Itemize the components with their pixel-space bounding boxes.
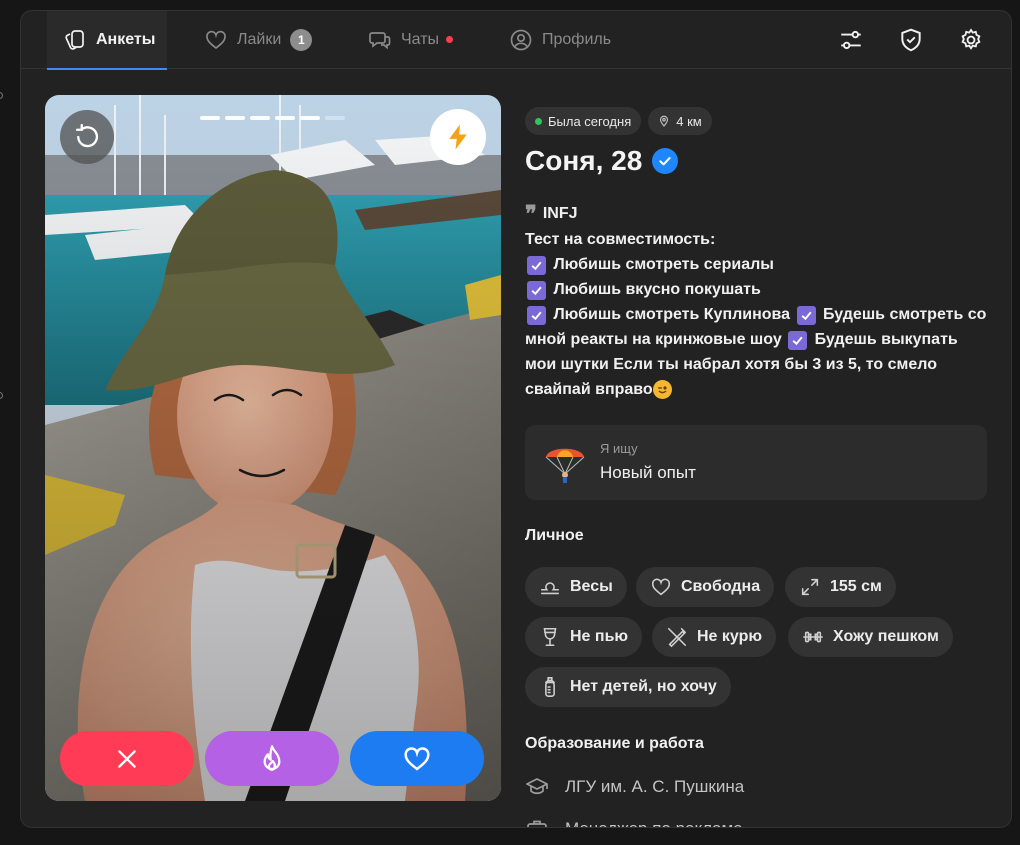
status-text: Была сегодня — [548, 113, 632, 129]
tag-relationship: Свободна — [636, 567, 775, 607]
name-row: Соня, 28 — [525, 145, 679, 177]
tag-smoking: Не курю — [652, 617, 777, 657]
personal-section-title: Личное — [525, 527, 584, 544]
tag-drinking: Не пью — [525, 617, 643, 657]
tag-children: Нет детей, но хочу — [525, 667, 731, 707]
tab-profile[interactable]: Профиль — [509, 11, 611, 69]
baby-bottle-icon — [545, 677, 555, 697]
window-edge-dot — [0, 392, 3, 399]
profile-photo[interactable] — [45, 95, 501, 801]
no-smoking-icon — [667, 627, 687, 648]
tab-label: Профиль — [542, 31, 612, 48]
tag-activity: Хожу пешком — [788, 617, 953, 657]
heart-icon — [651, 578, 671, 596]
tab-label: Чаты — [401, 31, 440, 48]
photo-image — [45, 95, 501, 801]
education-item: ЛГУ им. А. С. Пушкина — [525, 775, 744, 799]
looking-for-value: Новый опыт — [600, 463, 696, 482]
flame-icon — [263, 744, 281, 771]
parachute-icon — [545, 448, 585, 483]
work-text: Менеджер по рекламе — [565, 819, 743, 827]
verified-badge-icon — [652, 148, 679, 174]
settings-icon[interactable] — [958, 27, 984, 53]
progress-segment — [300, 116, 320, 120]
briefcase-icon — [527, 820, 547, 827]
checkbox-icon — [527, 256, 546, 275]
libra-icon — [540, 582, 560, 595]
progress-segment — [250, 116, 270, 120]
progress-segment — [200, 116, 220, 120]
profile-icon — [510, 29, 532, 51]
dumbbell-icon — [803, 631, 823, 643]
progress-segment — [275, 116, 295, 120]
work-item: Менеджер по рекламе — [525, 817, 743, 827]
checkbox-icon — [796, 306, 816, 325]
location-pin-icon — [660, 115, 669, 127]
tab-chats[interactable]: Чаты — [368, 11, 454, 69]
window-edge-dot — [0, 92, 3, 99]
tab-label: Анкеты — [96, 31, 156, 48]
heart-icon — [206, 30, 226, 50]
bio-intro: Тест на совместимость: — [525, 231, 716, 248]
profile-name: Соня, 28 — [525, 145, 643, 176]
status-chips: Была сегодня 4 км — [525, 107, 712, 135]
unread-dot — [446, 35, 454, 43]
tag-label: Весы — [570, 578, 613, 595]
likes-count-badge: 1 — [290, 29, 313, 51]
distance-chip: 4 км — [648, 107, 712, 135]
tag-label: Нет детей, но хочу — [570, 678, 717, 695]
bio-type: INFJ — [542, 205, 578, 222]
wine-glass-icon — [543, 627, 557, 647]
progress-segment — [325, 116, 345, 120]
heart-icon — [404, 746, 430, 771]
undo-button[interactable] — [60, 110, 114, 164]
shield-icon[interactable] — [898, 27, 924, 53]
bio-item: Любишь смотреть Куплинова — [553, 306, 791, 323]
online-dot — [535, 117, 542, 125]
online-status-chip: Была сегодня — [525, 107, 642, 135]
tag-label: Не пью — [570, 628, 629, 645]
bio-item: Любишь смотреть сериалы — [553, 256, 774, 273]
tab-label: Лайки — [237, 31, 282, 48]
filters-icon[interactable] — [838, 27, 864, 53]
close-icon — [118, 749, 136, 768]
progress-segment — [225, 116, 245, 120]
profile-bio: ❞ INFJ Тест на совместимость: Любишь смот… — [525, 201, 990, 402]
photo-progress — [200, 116, 345, 120]
tab-profiles[interactable]: Анкеты — [47, 11, 168, 70]
undo-icon — [75, 123, 99, 148]
distance-text: 4 км — [676, 113, 702, 129]
cards-icon — [65, 30, 84, 50]
top-navigation: Анкеты Лайки 1 Чаты Профиль — [21, 11, 1011, 70]
checkbox-icon — [788, 331, 808, 350]
chat-icon — [369, 32, 391, 50]
looking-for-label: Я ищу — [600, 441, 638, 456]
wink-emoji-icon — [652, 380, 672, 399]
superlike-button[interactable] — [205, 731, 339, 786]
expand-icon — [801, 578, 819, 596]
app-window: Анкеты Лайки 1 Чаты Профиль Была сегодня… — [20, 10, 1012, 828]
checkbox-icon — [527, 306, 546, 325]
dislike-button[interactable] — [60, 731, 194, 786]
bio-item: Любишь вкусно покушать — [553, 281, 761, 298]
looking-for-card: Я ищу Новый опыт — [525, 425, 987, 500]
quote-icon: ❞ — [525, 201, 537, 227]
tag-label: Не курю — [697, 628, 763, 645]
education-text: ЛГУ им. А. С. Пушкина — [565, 777, 745, 796]
boost-button[interactable] — [430, 109, 486, 165]
like-button[interactable] — [350, 731, 484, 786]
tab-likes[interactable]: Лайки 1 — [204, 11, 313, 69]
tag-height: 155 см — [785, 567, 896, 607]
tag-zodiac: Весы — [525, 567, 627, 607]
lightning-icon — [449, 124, 467, 150]
tag-label: Свободна — [681, 578, 761, 595]
checkbox-icon — [527, 281, 546, 300]
tag-label: Хожу пешком — [833, 628, 939, 645]
education-section-title: Образование и работа — [525, 735, 704, 752]
tag-label: 155 см — [830, 578, 882, 595]
graduation-cap-icon — [526, 778, 548, 795]
